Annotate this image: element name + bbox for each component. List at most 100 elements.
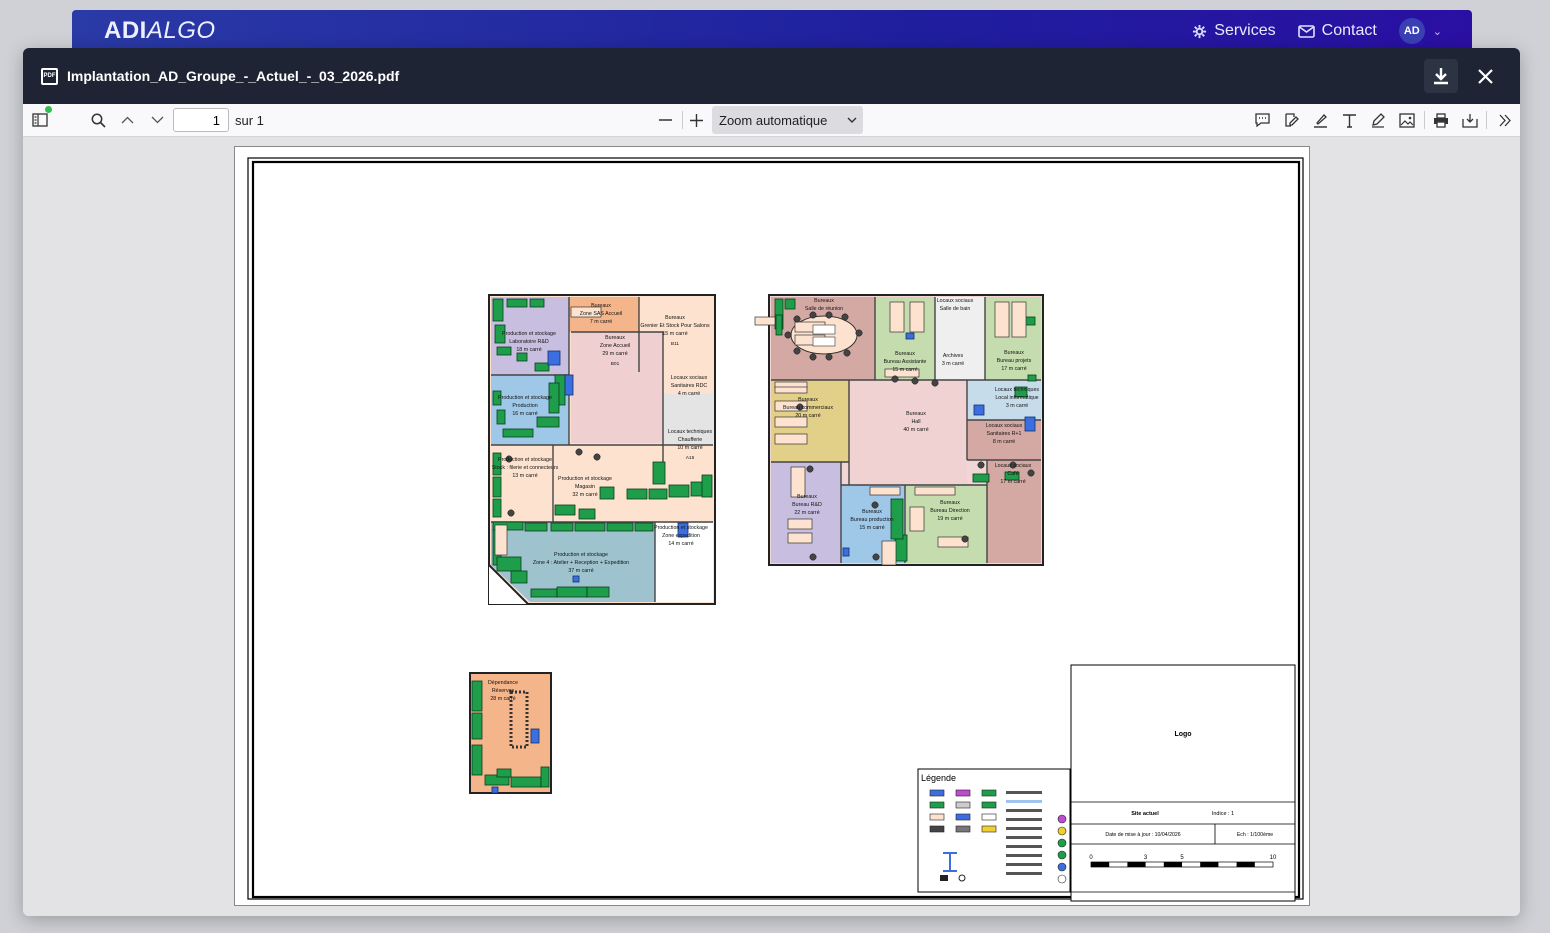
chevron-down-icon[interactable]: ⌄ bbox=[1433, 25, 1442, 38]
text-button[interactable] bbox=[1337, 108, 1361, 132]
modal-header: PDF Implantation_AD_Groupe_-_Actuel_-_03… bbox=[23, 48, 1520, 104]
comment-icon bbox=[1254, 113, 1270, 128]
sidebar-icon bbox=[32, 113, 48, 127]
pdf-page: Bureaux Zone SAS Accueil 7 m carré Bureaux G… bbox=[234, 146, 1310, 906]
pdf-toolbar: sur 1 Zoom automatique bbox=[23, 104, 1520, 137]
save-button[interactable] bbox=[1458, 108, 1482, 132]
left-room-label-6: Locaux techniques bbox=[668, 429, 713, 435]
highlight-button[interactable] bbox=[1308, 108, 1332, 132]
right-room-label-12: Bureaux bbox=[940, 500, 960, 506]
save-icon bbox=[1462, 113, 1478, 128]
left-room-code-6: A15 bbox=[686, 455, 695, 461]
left-room-code-3: B01 bbox=[611, 361, 620, 367]
left-room-label-5: Production et stockage bbox=[498, 395, 552, 401]
pdf-viewport[interactable]: Bureaux Zone SAS Accueil 7 m carré Bureaux G… bbox=[23, 137, 1520, 916]
legend: Légende bbox=[917, 768, 1071, 893]
close-icon bbox=[1477, 68, 1493, 84]
close-button[interactable] bbox=[1468, 59, 1502, 93]
right-room-label-10: 22 m carré bbox=[794, 510, 819, 516]
right-room-label-11: Bureau production bbox=[850, 517, 893, 523]
right-room-label-10: Bureaux bbox=[797, 494, 817, 500]
left-room-label-1: Grenier Et Stock Pour Salons bbox=[640, 323, 710, 329]
scale-tick-label: 10 bbox=[1270, 855, 1277, 861]
left-room-label-0: Zone SAS Accueil bbox=[580, 311, 622, 317]
app-logo[interactable]: ADIALGO bbox=[104, 17, 216, 45]
left-room-label-9: 37 m carré bbox=[568, 568, 593, 574]
search-icon bbox=[91, 113, 106, 128]
scale-label: Ech : 1/100ème bbox=[1237, 832, 1273, 838]
zoom-out-button[interactable] bbox=[654, 108, 676, 132]
left-room-label-6: Chaufferie bbox=[678, 437, 702, 443]
page-count-label: sur 1 bbox=[235, 113, 264, 128]
download-button[interactable] bbox=[1424, 59, 1458, 93]
double-chevron-right-icon bbox=[1499, 114, 1511, 126]
more-tools-button[interactable] bbox=[1493, 108, 1517, 132]
left-room-code-1: B11 bbox=[671, 341, 680, 347]
right-room-label-10: Bureau R&D bbox=[792, 502, 822, 508]
left-room-label-1: 15 m carré bbox=[662, 331, 687, 337]
avatar[interactable]: AD bbox=[1398, 18, 1425, 44]
right-room-label-4: Bureau projets bbox=[997, 358, 1032, 364]
app-nav: Services Contact AD ⌄ bbox=[1192, 18, 1442, 44]
left-room-label-1: Bureaux bbox=[665, 315, 685, 321]
right-room-label-5: Bureau commerciaux bbox=[783, 405, 833, 411]
right-room-label-5: 20 m carré bbox=[795, 413, 820, 419]
image-button[interactable] bbox=[1395, 108, 1419, 132]
signature-icon bbox=[1284, 113, 1299, 127]
left-room-label-4: Locaux sociaux bbox=[671, 375, 708, 381]
right-room-label-4: 17 m carré bbox=[1001, 366, 1026, 372]
left-room-label-2: 18 m carré bbox=[516, 347, 541, 353]
mail-icon bbox=[1297, 24, 1315, 38]
right-room-label-0: Bureaux bbox=[814, 298, 834, 304]
signature-button[interactable] bbox=[1279, 108, 1303, 132]
right-room-label-7: 3 m carré bbox=[1006, 403, 1028, 409]
page-number-input[interactable] bbox=[173, 108, 229, 132]
minus-icon bbox=[658, 119, 672, 121]
left-room-label-0: 7 m carré bbox=[590, 319, 612, 325]
status-dot bbox=[45, 106, 52, 113]
left-room-label-3: 29 m carré bbox=[602, 351, 627, 357]
floor-plan: Bureaux Zone SAS Accueil 7 m carré Bureaux G… bbox=[247, 157, 1304, 902]
right-room-label-9: 17 m carré bbox=[1000, 479, 1025, 485]
find-button[interactable] bbox=[86, 108, 110, 132]
pdf-icon: PDF bbox=[41, 67, 58, 85]
image-icon bbox=[1399, 112, 1415, 128]
right-room-label-7: Locaux techniques bbox=[995, 387, 1040, 393]
left-room-label-4: Sanitaires RDC bbox=[671, 383, 708, 389]
annex-room-label-0: Dépendance bbox=[488, 680, 518, 686]
logo-placeholder: Logo bbox=[1174, 731, 1191, 738]
left-room-label-9: Zone 4 : Atelier + Reception + Expeditio… bbox=[533, 560, 629, 566]
zoom-select[interactable]: Zoom automatique bbox=[712, 106, 863, 134]
left-room-label-8: Magasin bbox=[575, 484, 595, 490]
right-room-label-2: Salle de bain bbox=[940, 306, 971, 312]
previous-page-button[interactable] bbox=[115, 108, 139, 132]
right-room-label-1: Bureau Assistante bbox=[884, 359, 927, 365]
left-room-label-2: Production et stockage bbox=[502, 331, 556, 337]
nav-contact[interactable]: Contact bbox=[1297, 22, 1377, 40]
print-button[interactable] bbox=[1429, 108, 1453, 132]
draw-button[interactable] bbox=[1366, 108, 1390, 132]
right-room-label-6: Hall bbox=[911, 419, 920, 425]
right-room-label-9: Locaux sociaux bbox=[995, 463, 1032, 469]
right-room-label-1: 15 m carré bbox=[892, 367, 917, 373]
nav-services[interactable]: Services bbox=[1192, 22, 1276, 40]
zoom-in-button[interactable] bbox=[685, 108, 707, 132]
left-room-label-7: Production et stockage bbox=[498, 457, 552, 463]
next-page-button[interactable] bbox=[145, 108, 169, 132]
right-room-label-9: Café bbox=[1007, 471, 1018, 477]
left-room-label-7: 13 m carré bbox=[512, 473, 537, 479]
left-room-label-6: 10 m carré bbox=[677, 445, 702, 451]
left-room-label-7: Stock : filerie et connecteurs bbox=[492, 465, 559, 471]
right-room-label-4: Bureaux bbox=[1004, 350, 1024, 356]
right-room-label-3: 3 m carré bbox=[942, 361, 964, 367]
pen-icon bbox=[1372, 113, 1385, 128]
right-room-label-11: Bureaux bbox=[862, 509, 882, 515]
gear-icon bbox=[1193, 24, 1207, 38]
left-room-label-9: Production et stockage bbox=[554, 552, 608, 558]
sidebar-toggle-button[interactable] bbox=[29, 106, 52, 132]
highlighter-icon bbox=[1313, 114, 1327, 128]
comment-button[interactable] bbox=[1250, 108, 1274, 132]
printer-icon bbox=[1434, 112, 1448, 128]
right-room-label-6: Bureaux bbox=[906, 411, 926, 417]
right-room-label-8: Locaux sociaux bbox=[986, 423, 1023, 429]
